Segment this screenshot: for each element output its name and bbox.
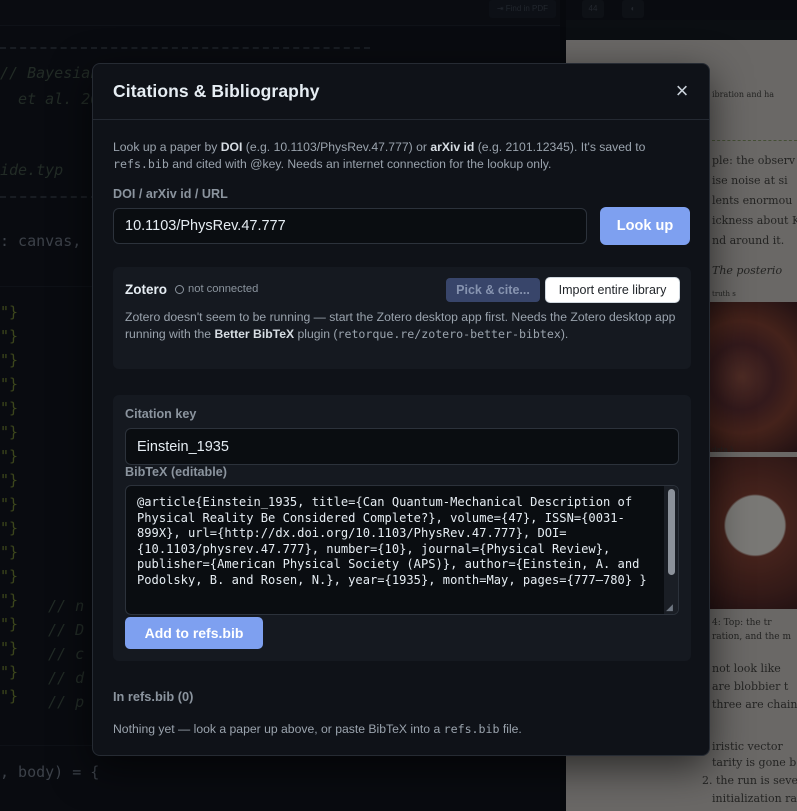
dialog-title: Citations & Bibliography: [113, 81, 320, 101]
bibtex-label: BibTeX (editable): [125, 465, 227, 479]
close-icon[interactable]: ×: [671, 80, 693, 102]
citation-key-input[interactable]: [125, 428, 679, 465]
scrollbar-thumb[interactable]: [668, 489, 675, 575]
doi-input[interactable]: [113, 208, 587, 244]
look-up-button[interactable]: Look up: [600, 207, 690, 245]
intro-file-name: refs.bib: [113, 157, 169, 171]
citation-key-label: Citation key: [125, 407, 197, 421]
citations-dialog: Citations & Bibliography × Look up a pap…: [92, 63, 710, 756]
bibtex-scrollbar[interactable]: [664, 486, 678, 614]
bibtex-textarea[interactable]: @article{Einstein_1935, title={Can Quant…: [125, 485, 679, 615]
import-library-button[interactable]: Import entire library: [545, 277, 680, 303]
zotero-message: Zotero doesn't seem to be running — star…: [125, 309, 685, 343]
dialog-header: Citations & Bibliography ×: [93, 64, 709, 120]
refs-file-name: refs.bib: [443, 722, 500, 736]
zotero-panel: Zotero not connected Pick & cite... Impo…: [113, 267, 691, 369]
zotero-status: not connected: [175, 283, 258, 295]
status-circle-icon: [175, 284, 184, 294]
resize-grip-icon[interactable]: ◢: [666, 603, 675, 612]
citation-panel: Citation key BibTeX (editable) @article{…: [113, 395, 691, 661]
zotero-plugin-name: Better BibTeX: [214, 327, 295, 341]
refs-list-heading: In refs.bib (0): [113, 689, 194, 704]
zotero-message-text: ).: [560, 327, 569, 341]
refs-empty-text: file.: [499, 722, 522, 736]
zotero-status-text: not connected: [188, 283, 259, 295]
refs-empty-text: Nothing yet — look a paper up above, or …: [113, 722, 444, 736]
zotero-title: Zotero: [125, 282, 167, 297]
intro-text: (e.g. 2101.12345). It's saved to: [474, 140, 646, 154]
zotero-message-text: plugin (: [294, 327, 338, 341]
intro-text: (e.g. 10.1103/PhysRev.47.777) or: [242, 140, 431, 154]
pick-and-cite-button[interactable]: Pick & cite...: [446, 278, 540, 302]
refs-empty-message: Nothing yet — look a paper up above, or …: [113, 722, 522, 736]
intro-text: and cited with @key. Needs an internet c…: [168, 157, 552, 171]
doi-field-label: DOI / arXiv id / URL: [113, 187, 228, 201]
intro-text: Look up a paper by: [113, 140, 221, 154]
zotero-plugin-url: retorque.re/zotero-better-bibtex: [337, 327, 561, 341]
lookup-description: Look up a paper by DOI (e.g. 10.1103/Phy…: [113, 139, 693, 173]
bibtex-content[interactable]: @article{Einstein_1935, title={Can Quant…: [137, 495, 657, 588]
add-to-refs-button[interactable]: Add to refs.bib: [125, 617, 263, 649]
intro-doi: DOI: [220, 140, 243, 154]
intro-arxiv: arXiv id: [430, 140, 475, 154]
